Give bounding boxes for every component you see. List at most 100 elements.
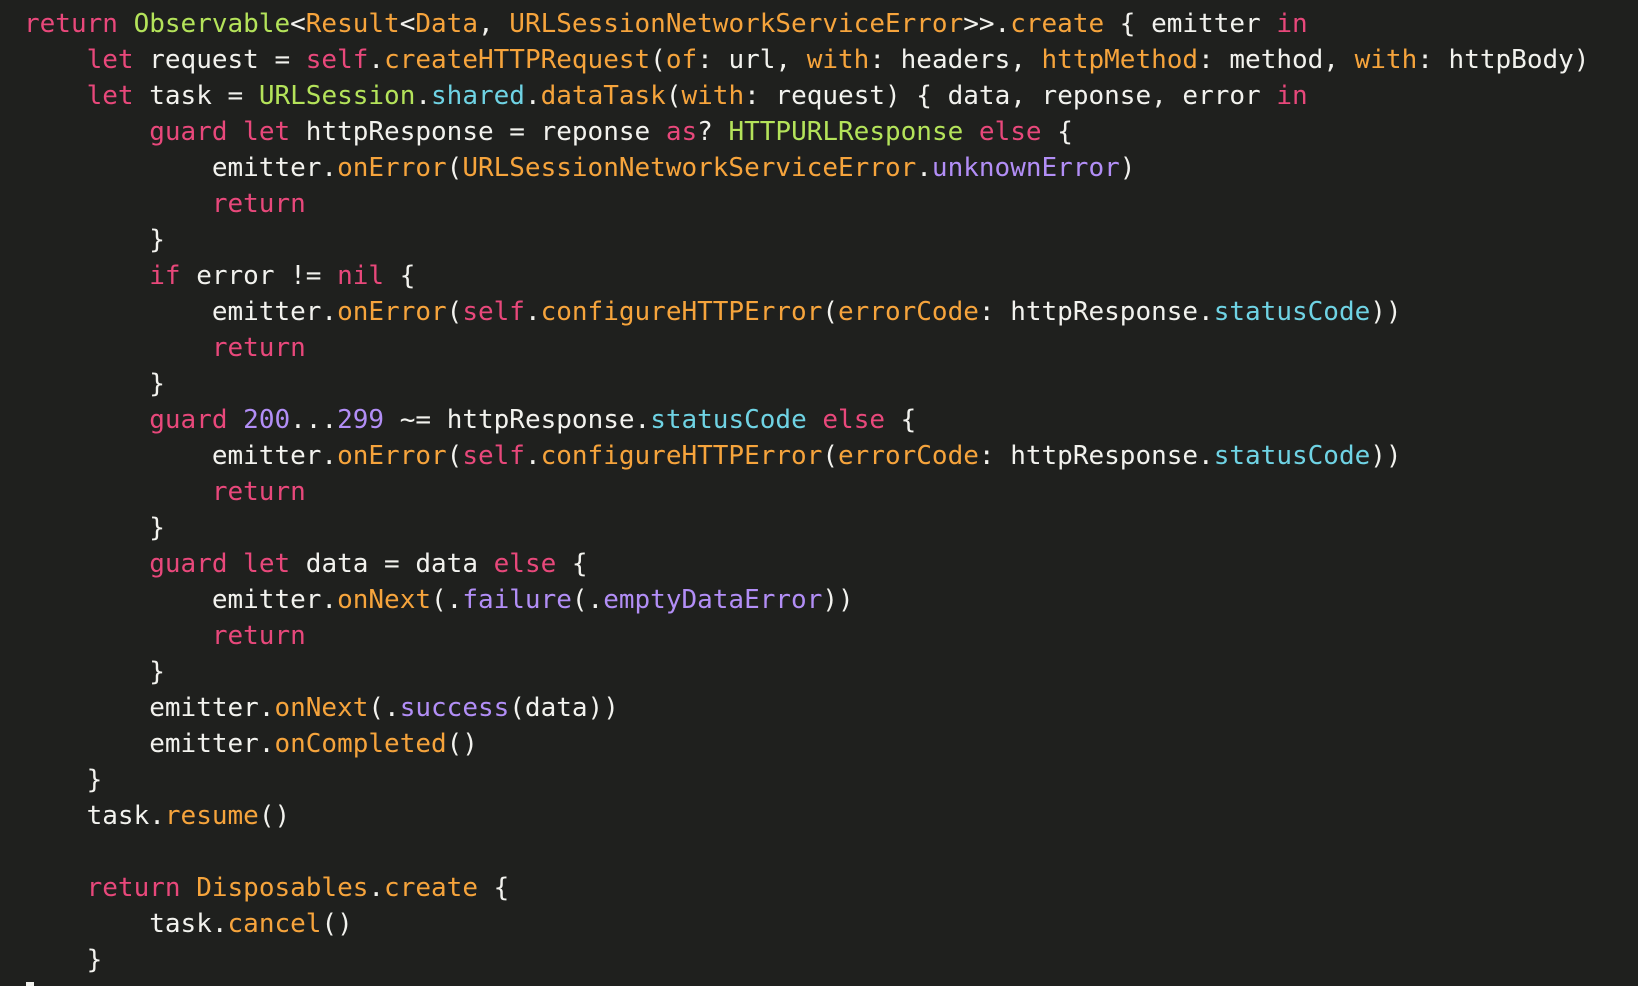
code-line: return	[24, 618, 1589, 654]
code-token: (	[822, 297, 839, 327]
code-token: let	[86, 81, 134, 111]
code-token: task.	[86, 801, 165, 831]
code-token: .	[524, 81, 541, 111]
code-line: }	[24, 762, 1589, 798]
code-token: }	[149, 369, 165, 399]
code-token: (.	[431, 585, 463, 615]
code-token: success	[399, 693, 510, 723]
code-token: create	[1010, 9, 1105, 39]
code-token: data = data	[290, 549, 494, 579]
code-token: httpMethod	[1041, 45, 1199, 75]
code-token: .	[368, 45, 385, 75]
code-line: guard 200...299 ~= httpResponse.statusCo…	[24, 402, 1589, 438]
code-line: return	[24, 474, 1589, 510]
code-block[interactable]: return Observable<Result<Data, URLSessio…	[24, 6, 1589, 978]
code-line: }	[24, 942, 1589, 978]
code-token: return	[211, 189, 306, 219]
code-token: }	[149, 225, 165, 255]
code-token: ...	[290, 405, 338, 435]
code-token: ?	[697, 117, 729, 147]
code-token: onNext	[274, 693, 369, 723]
code-token: errorCode	[838, 441, 979, 471]
code-token: Data	[415, 9, 478, 39]
code-token: .	[916, 153, 932, 183]
code-token: )	[1119, 153, 1136, 183]
code-line: emitter.onNext(.failure(.emptyDataError)…	[24, 582, 1589, 618]
code-token: failure	[462, 585, 572, 615]
code-token: ()	[258, 801, 291, 831]
code-line: guard let data = data else {	[24, 546, 1589, 582]
code-token: dataTask	[540, 81, 666, 111]
code-token: emitter.	[211, 585, 338, 615]
code-token: (.	[368, 693, 400, 723]
code-token: (data))	[509, 693, 619, 723]
code-token: of	[665, 45, 698, 75]
code-editor[interactable]: return Observable<Result<Data, URLSessio…	[0, 0, 1638, 986]
code-token: {	[384, 261, 416, 291]
code-line: return	[24, 330, 1589, 366]
code-token: (	[822, 441, 839, 471]
code-token: guard	[149, 405, 228, 435]
code-token: with	[806, 45, 870, 75]
code-token: : httpBody)	[1417, 45, 1590, 75]
code-token: else	[493, 549, 557, 579]
code-token: .	[524, 297, 541, 327]
code-token: emitter.	[211, 441, 338, 471]
code-token: emitter.	[149, 693, 275, 723]
code-line: return Observable<Result<Data, URLSessio…	[24, 6, 1589, 42]
code-token: ))	[1370, 297, 1402, 327]
code-token: nil	[337, 261, 385, 291]
code-token: Result	[305, 9, 400, 39]
code-token: }	[149, 657, 165, 687]
code-token: : url,	[697, 45, 807, 75]
code-token: else	[822, 405, 886, 435]
code-token: with	[681, 81, 745, 111]
code-token: URLSession	[258, 81, 416, 111]
code-token: task.	[149, 909, 228, 939]
code-token: statusCode	[650, 405, 807, 435]
code-token: configureHTTPError	[540, 441, 823, 471]
code-token: >>.	[963, 9, 1011, 39]
code-token: ,	[477, 9, 510, 39]
code-token: HTTPURLResponse	[728, 117, 964, 147]
code-line: emitter.onCompleted()	[24, 726, 1589, 762]
code-line: }	[24, 510, 1589, 546]
code-line: }	[24, 222, 1589, 258]
code-token: guard	[149, 549, 228, 579]
code-line: task.resume()	[24, 798, 1589, 834]
code-token: configureHTTPError	[540, 297, 823, 327]
code-token: onNext	[337, 585, 431, 615]
closing-brace-fragment	[26, 982, 34, 986]
code-token: {	[556, 549, 588, 579]
code-token: .	[415, 81, 432, 111]
code-token: self	[462, 297, 525, 327]
code-token: statusCode	[1213, 441, 1371, 471]
code-token: return	[211, 477, 306, 507]
code-token: guard	[149, 117, 228, 147]
code-token: ~= httpResponse.	[384, 405, 651, 435]
code-token: : httpResponse.	[978, 441, 1214, 471]
code-line: }	[24, 366, 1589, 402]
code-token: emitter.	[211, 297, 338, 327]
code-token: .	[524, 441, 541, 471]
code-token: : headers,	[869, 45, 1042, 75]
code-token: self	[305, 45, 369, 75]
